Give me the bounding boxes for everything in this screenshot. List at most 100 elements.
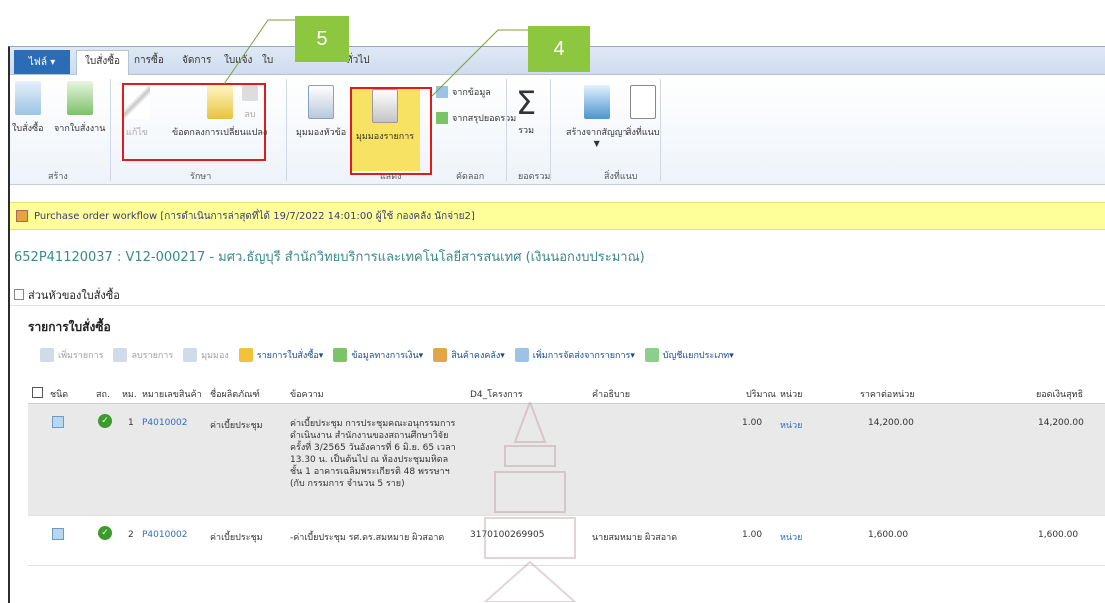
column-header[interactable]: หมายเลขสินค้า (142, 387, 202, 401)
line-view-button[interactable]: มุมมองรายการ (356, 89, 414, 143)
view-line-label: มุมมอง (201, 351, 229, 361)
create-from-contract-button[interactable]: สร้างจากสัญญา ▼ (566, 85, 627, 148)
tab-purchase-order[interactable]: ใบสั่งซื้อ (76, 50, 130, 75)
from-summary-button[interactable]: จากสรุปยอดรวม (436, 111, 516, 125)
ribbon-separator (286, 79, 287, 181)
workflow-text[interactable]: Purchase order workflow [การดำเนินการล่า… (34, 209, 475, 224)
sigma-icon: Σ (516, 84, 537, 122)
group-label-totals: ยอดรวม (518, 172, 551, 182)
net-amount: 1,600.00 (1038, 530, 1079, 540)
contract-icon (583, 85, 610, 119)
from-data-button[interactable]: จากข้อมูล (436, 85, 491, 99)
unit-link[interactable]: หน่วย (780, 530, 802, 544)
delivery-menu-label: เพิ่มการจัดส่งจากรายการ▾ (532, 351, 635, 361)
financials-menu[interactable]: ข้อมูลทางการเงิน▾ (333, 348, 423, 362)
unit-link[interactable]: หน่วย (780, 418, 802, 432)
group-label-copy: คัดลอก (456, 172, 485, 182)
group-label-view: แสดง (380, 172, 402, 182)
column-header[interactable]: ยอดเงินสุทธิ (1036, 387, 1083, 401)
po-line-menu[interactable]: รายการใบสั่งซื้อ▾ (238, 348, 324, 362)
from-request-button[interactable]: จากใบสั่งงาน (54, 81, 105, 135)
column-header[interactable]: ปริมาณ (746, 387, 776, 401)
column-header[interactable]: ราคาต่อหน่วย (860, 387, 915, 401)
delivery-menu[interactable]: เพิ่มการจัดส่งจากรายการ▾ (514, 348, 635, 362)
checkmark-icon: ✓ (98, 526, 112, 540)
workflow-bar[interactable]: Purchase order workflow [การดำเนินการล่า… (10, 202, 1105, 230)
attachments-label: สิ่งที่แนบ (626, 128, 660, 138)
financials-icon (333, 348, 348, 362)
copy-data-icon (436, 86, 448, 98)
tab-manage[interactable]: จัดการ (182, 53, 211, 68)
line-view-label: มุมมองรายการ (356, 132, 415, 142)
totals-button[interactable]: Σ รวม (516, 83, 536, 137)
inventory-icon (433, 348, 448, 362)
callout-badge-4: 4 (528, 26, 590, 72)
attachments-button[interactable]: สิ่งที่แนบ (626, 85, 660, 139)
remove-line-button[interactable]: ลบรายการ (113, 348, 173, 362)
line-text: -ค่าเบี้ยประชุม รศ.ดร.สมหมาย ผิวสอาด (290, 533, 445, 543)
from-data-label: จากข้อมูล (452, 88, 491, 98)
product-name: ค่าเบี้ยประชุม (210, 533, 263, 543)
po-line-menu-label: รายการใบสั่งซื้อ▾ (256, 351, 324, 361)
group-label-new: สร้าง (48, 172, 68, 182)
line-description: นายสมหมาย ผิวสอาด (592, 533, 678, 543)
inventory-menu[interactable]: สินค้าคงคลัง▾ (433, 348, 505, 362)
section-header-label: ส่วนหัวของใบสั่งซื้อ (28, 288, 120, 302)
ribbon-separator (550, 79, 551, 181)
po-header-section[interactable]: ส่วนหัวของใบสั่งซื้อ (10, 284, 1105, 306)
delete-button[interactable]: ลบ (242, 85, 258, 121)
new-po-button[interactable]: ใบสั่งซื้อ (12, 81, 44, 135)
edit-button[interactable]: แก้ไข (124, 85, 150, 139)
item-number-link[interactable]: P4010002 (142, 418, 188, 428)
watermark-emblem-icon (483, 402, 577, 602)
expand-section-icon[interactable] (14, 289, 24, 300)
ledger-menu-label: บัญชีแยกประเภท▾ (662, 351, 734, 361)
remove-line-icon (113, 348, 128, 362)
column-header[interactable]: ข้อความ (290, 387, 324, 401)
change-request-icon (206, 85, 233, 119)
add-line-button[interactable]: เพิ่มรายการ (40, 348, 103, 362)
column-header[interactable]: คำอธิบาย (592, 387, 630, 401)
ribbon-separator (660, 79, 661, 181)
delete-icon (242, 85, 258, 101)
column-header[interactable]: D4_โครงการ (470, 387, 523, 401)
ledger-menu[interactable]: บัญชีแยกประเภท▾ (644, 348, 734, 362)
totals-label: รวม (518, 126, 535, 136)
callout-badge-5: 5 (295, 16, 349, 62)
tab-general[interactable]: ทั่วไป (346, 53, 370, 68)
tab-invoice[interactable]: ใบแจ้ง (224, 53, 252, 68)
add-line-icon (40, 348, 54, 362)
column-header[interactable]: หน่วย (780, 387, 802, 401)
workflow-icon (16, 210, 28, 222)
unit-price: 1,600.00 (868, 530, 909, 540)
item-number-link[interactable]: P4010002 (142, 530, 188, 540)
quantity: 1.00 (742, 530, 763, 540)
tab-purchase[interactable]: การซื้อ (134, 53, 164, 68)
add-line-label: เพิ่มรายการ (58, 351, 104, 361)
new-document-icon (14, 81, 41, 115)
tab-file-label: ไฟล์ (28, 56, 48, 68)
pencil-icon (124, 85, 150, 119)
from-request-label: จากใบสั่งงาน (54, 124, 106, 134)
delete-label: ลบ (244, 110, 256, 120)
tab-file[interactable]: ไฟล์ ▾ (14, 50, 70, 74)
grid-header-row: ชนิด สถ. หม. หมายเลขสินค้า ชื่อผลิตภัณฑ์… (28, 382, 1105, 404)
line-number: 2 (128, 530, 134, 540)
view-line-button[interactable]: มุมมอง (183, 348, 229, 362)
column-header[interactable]: สถ. (96, 387, 110, 401)
attachment-document-icon (629, 85, 656, 119)
group-label-maintain: รักษา (190, 172, 212, 182)
select-all-checkbox[interactable] (32, 387, 43, 398)
lines-toolbar: เพิ่มรายการ ลบรายการ มุมมอง รายการใบสั่ง… (40, 342, 1100, 368)
group-label-attachments: สิ่งที่แนบ (604, 172, 638, 182)
remove-line-label: ลบรายการ (131, 351, 174, 361)
header-view-button[interactable]: มุมมองหัวข้อ (296, 85, 346, 139)
tab-receive[interactable]: ใบ (262, 53, 273, 68)
column-header[interactable]: หม. (122, 387, 137, 401)
column-header[interactable]: ชนิด (50, 387, 68, 401)
line-text: ค่าเบี้ยประชุม การประชุมคณะอนุกรรมการดำเ… (290, 419, 456, 489)
quantity: 1.00 (742, 418, 763, 428)
document-icon (52, 416, 64, 428)
document-icon (52, 528, 64, 540)
column-header[interactable]: ชื่อผลิตภัณฑ์ (210, 387, 260, 401)
